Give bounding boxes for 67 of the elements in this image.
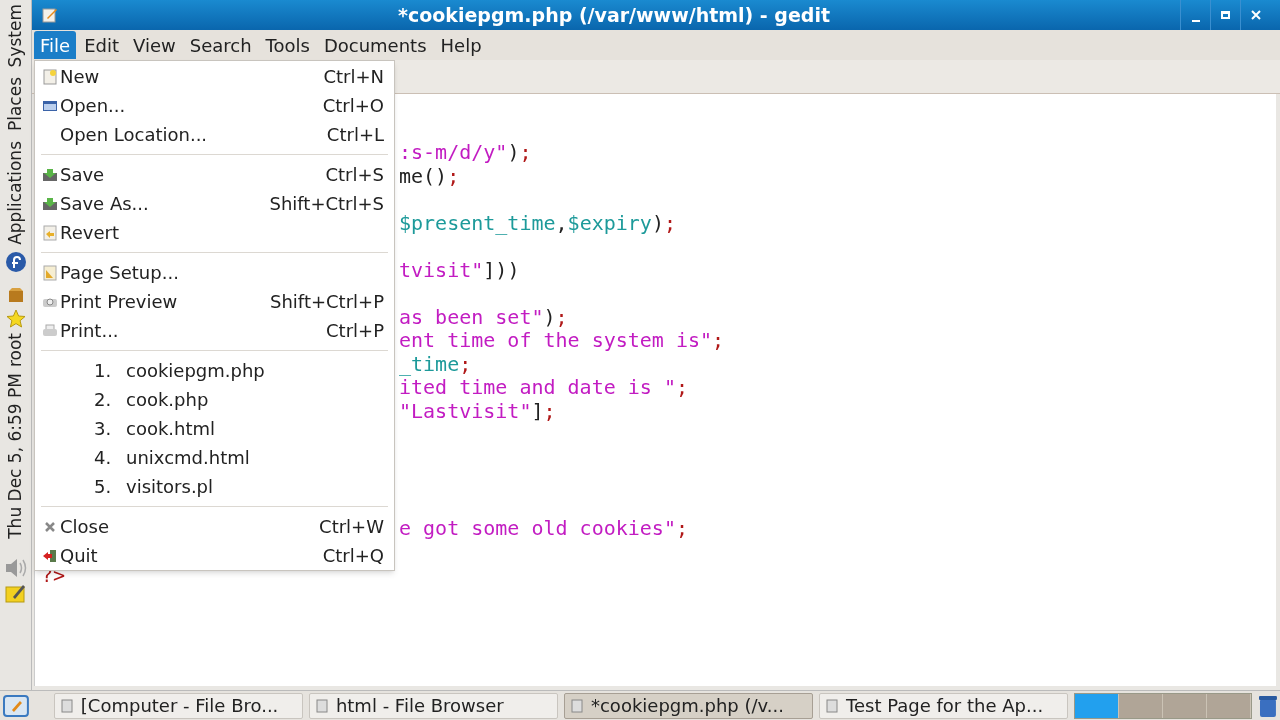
new-file-icon <box>43 68 57 85</box>
recent-file-item[interactable]: 5. visitors.pl <box>35 472 394 501</box>
taskbar-button[interactable]: html - File Browser <box>308 692 558 719</box>
menu-title[interactable]: Edit <box>78 31 125 59</box>
code-line: as been set"); <box>399 305 568 329</box>
menu-item[interactable]: Print... Ctrl+P <box>35 316 394 345</box>
window-icon <box>60 698 73 713</box>
menu-item[interactable]: Close Ctrl+W <box>35 512 394 541</box>
app-icon <box>42 7 58 23</box>
menu-item[interactable]: Revert <box>35 218 394 247</box>
code-line: e got some old cookies"; <box>399 517 688 541</box>
recent-file-item[interactable]: 3. cook.html <box>35 414 394 443</box>
code-line: "Lastvisit"]; <box>399 399 556 423</box>
window-icon <box>826 698 839 713</box>
close-icon <box>44 520 56 533</box>
panel-menu[interactable]: Places <box>2 77 29 132</box>
menu-item[interactable]: Open Location... Ctrl+L <box>35 120 394 149</box>
code-line: ited time and date is "; <box>399 376 688 400</box>
menu-item[interactable]: Open... Ctrl+O <box>35 91 394 120</box>
taskbar-button[interactable]: *cookiepgm.php (/v... <box>563 692 814 719</box>
menu-title[interactable]: Help <box>434 31 488 59</box>
clock[interactable]: Thu Dec 5, 6:59 PM <box>2 373 29 540</box>
recent-file-item[interactable]: 2. cook.php <box>35 385 394 414</box>
panel-menu[interactable]: Applications <box>2 141 29 246</box>
panel-menu[interactable]: System <box>2 4 29 68</box>
code-line: tvisit"])) <box>399 258 520 282</box>
code-line: :s-m/d/y"); <box>399 141 532 165</box>
window-icon <box>315 698 328 713</box>
menu-item[interactable]: Save Ctrl+S <box>35 160 394 189</box>
menu-item[interactable]: Print Preview Shift+Ctrl+P <box>35 287 394 316</box>
revert-icon <box>43 224 57 241</box>
menu-item[interactable]: Page Setup... <box>35 258 394 287</box>
quit-icon <box>42 548 58 563</box>
trash-icon[interactable] <box>1258 693 1278 718</box>
recent-file-item[interactable]: 4. unixcmd.html <box>35 443 394 472</box>
workspace[interactable] <box>1119 693 1164 718</box>
taskbar-button[interactable]: Test Page for the Ap... <box>819 692 1069 719</box>
menu-title[interactable]: View <box>127 31 182 59</box>
menu-title[interactable]: Documents <box>317 31 433 59</box>
notes-icon[interactable] <box>4 583 27 604</box>
code-line: _time; <box>399 352 472 376</box>
menu-title[interactable]: File <box>34 31 77 59</box>
user-name[interactable]: root <box>2 333 29 368</box>
workspace[interactable] <box>1163 693 1208 718</box>
show-desktop-icon[interactable] <box>2 693 30 718</box>
recent-file-item[interactable]: 1. cookiepgm.php <box>35 356 394 385</box>
save-icon <box>42 167 58 182</box>
code-line: ent time of the system is"; <box>399 329 725 353</box>
window-icon <box>570 698 583 713</box>
window-title: *cookiepgm.php (/var/www/html) - gedit <box>398 2 831 28</box>
menu-item[interactable]: Save As... Shift+Ctrl+S <box>35 189 394 218</box>
menu-title[interactable]: Tools <box>259 31 316 59</box>
fedora-icon[interactable] <box>4 251 27 274</box>
menu-title[interactable]: Search <box>183 31 258 59</box>
taskbar-button[interactable]: [Computer - File Bro... <box>53 692 303 719</box>
box-icon[interactable] <box>6 287 25 304</box>
star-icon[interactable] <box>5 309 26 330</box>
menu-item[interactable]: Quit Ctrl+Q <box>35 541 394 570</box>
menu-item[interactable]: New Ctrl+N <box>35 62 394 91</box>
workspace[interactable] <box>1075 693 1120 718</box>
code-line: me(); <box>399 164 460 188</box>
close-icon <box>1250 10 1261 20</box>
workspace[interactable] <box>1207 693 1252 718</box>
page-setup-icon <box>43 264 57 281</box>
save-as-icon <box>42 196 58 211</box>
printer-icon <box>42 323 58 338</box>
code-line: $present_time,$expiry); <box>399 211 676 235</box>
